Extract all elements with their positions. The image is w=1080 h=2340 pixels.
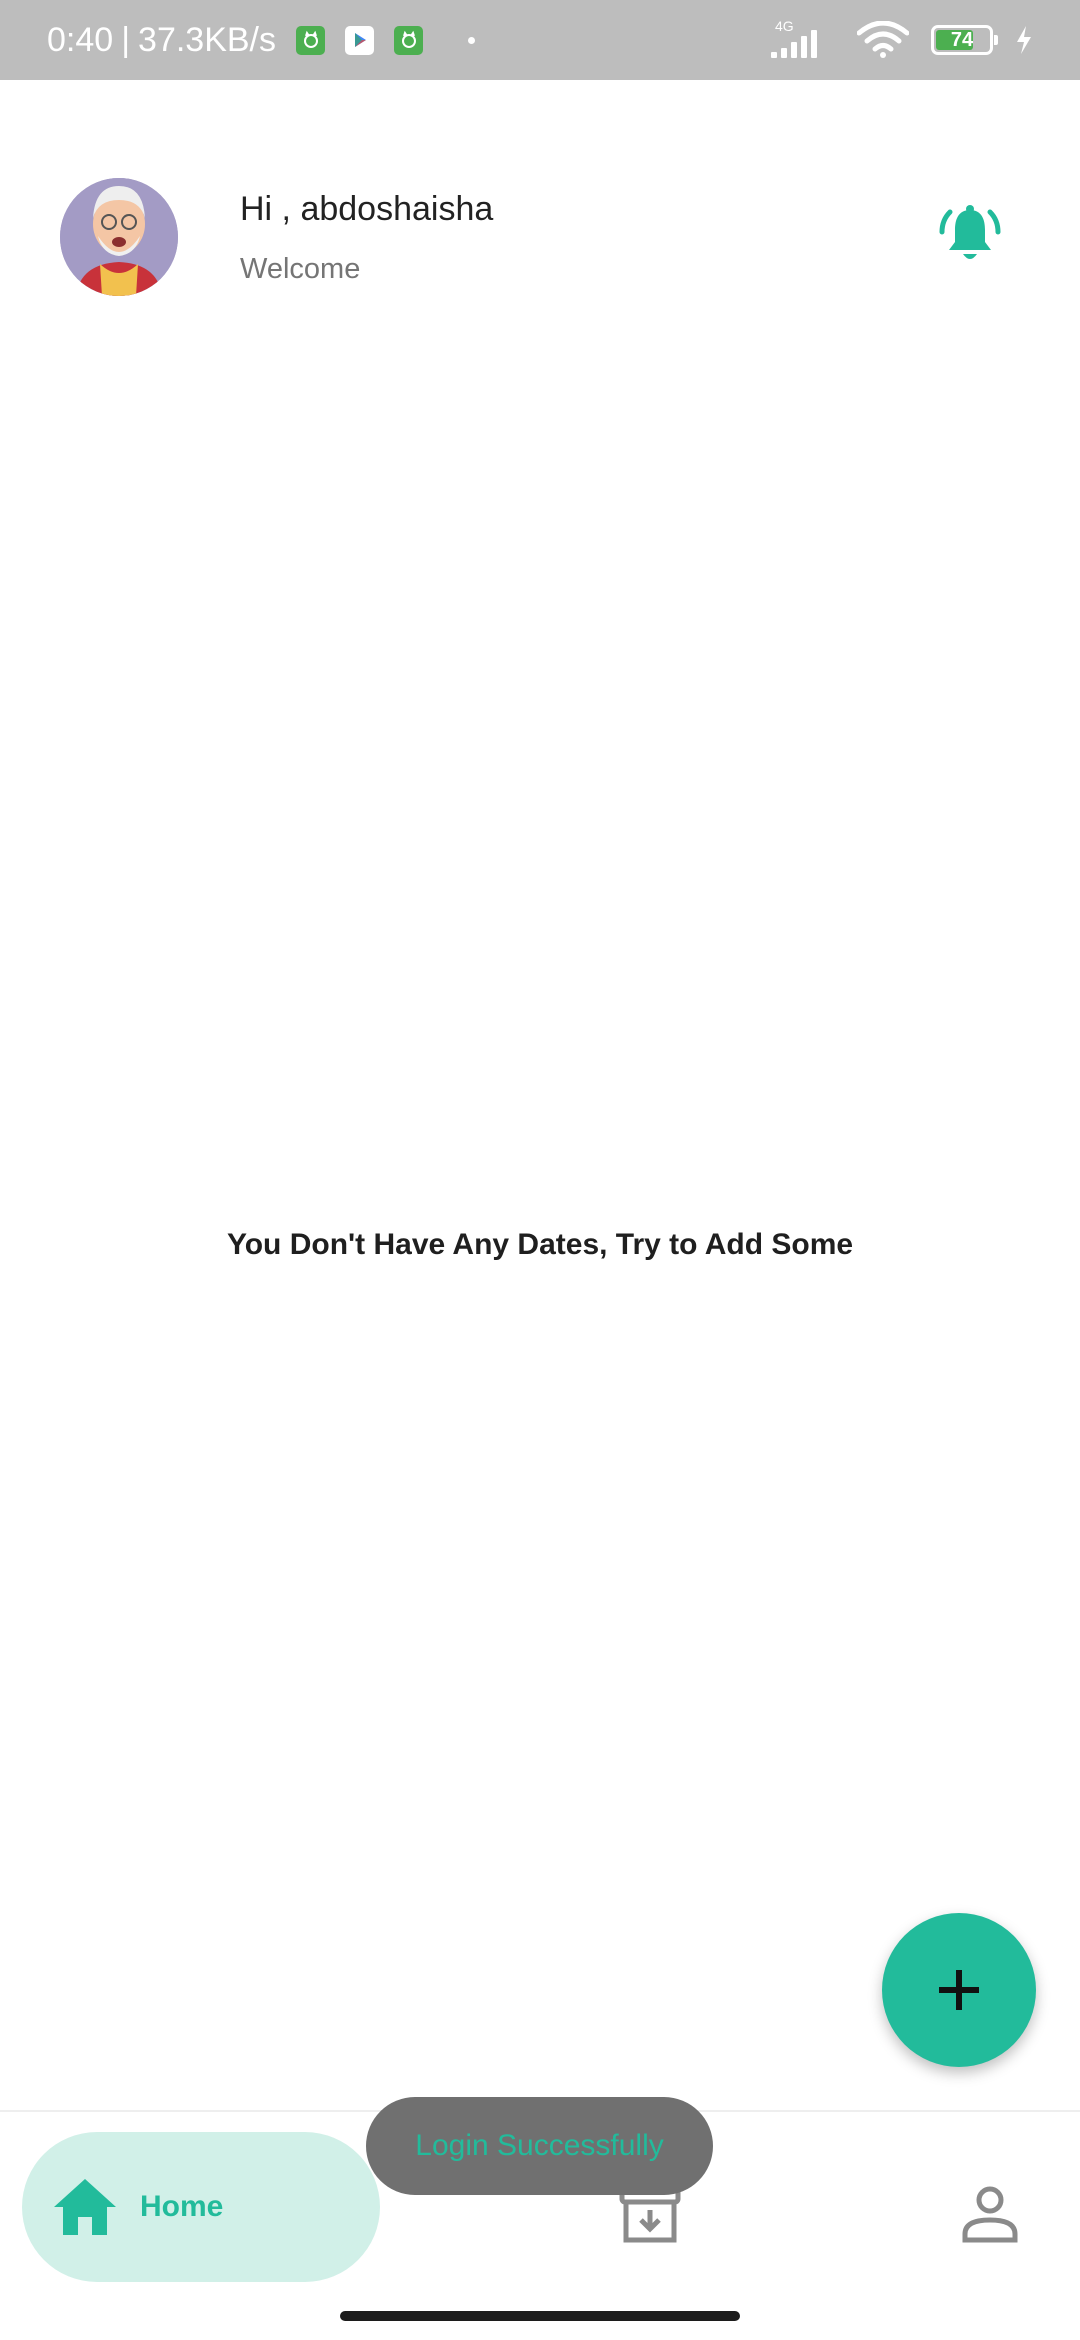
home-icon <box>54 2179 116 2235</box>
profile-icon <box>962 2186 1018 2243</box>
greeting-title: Hi , abdoshaisha <box>240 190 494 228</box>
gesture-bar[interactable] <box>340 2311 740 2321</box>
nav-item-profile[interactable] <box>950 2174 1030 2254</box>
nav-item-home-label: Home <box>140 2190 224 2223</box>
plus-icon <box>939 1970 979 2010</box>
cat-app-icon <box>296 25 326 55</box>
battery-icon: 74 <box>931 25 998 55</box>
status-separator: | <box>121 20 131 59</box>
play-store-icon <box>345 25 375 55</box>
bell-ringing-icon <box>939 205 1001 259</box>
nav-item-home[interactable]: Home <box>22 2132 380 2282</box>
avatar-illustration <box>60 178 178 296</box>
add-date-button[interactable] <box>882 1913 1036 2067</box>
status-left: 0:40 | 37.3KB/s <box>47 20 476 60</box>
status-right: 4G 74 <box>771 18 1033 60</box>
status-time: 0:40 <box>47 20 114 59</box>
cat-app-icon <box>394 25 424 55</box>
toast-message: Login Successfully <box>366 2097 713 2195</box>
empty-state-message: You Don't Have Any Dates, Try to Add Som… <box>226 1228 854 1261</box>
battery-level: 74 <box>950 28 974 51</box>
signal-icon: 4G <box>771 18 835 60</box>
notification-dot <box>468 36 476 44</box>
status-bar: 0:40 | 37.3KB/s 4G 74 <box>0 0 1080 80</box>
notifications-button[interactable] <box>935 200 1005 270</box>
charging-icon <box>1017 26 1031 54</box>
greeting-subtitle: Welcome <box>240 253 361 285</box>
network-speed: 37.3KB/s <box>138 20 277 59</box>
wifi-icon <box>857 21 909 58</box>
screen: 0:40 | 37.3KB/s 4G 74 Hi , abdoshaisha W… <box>0 0 1080 2340</box>
avatar <box>60 178 178 296</box>
